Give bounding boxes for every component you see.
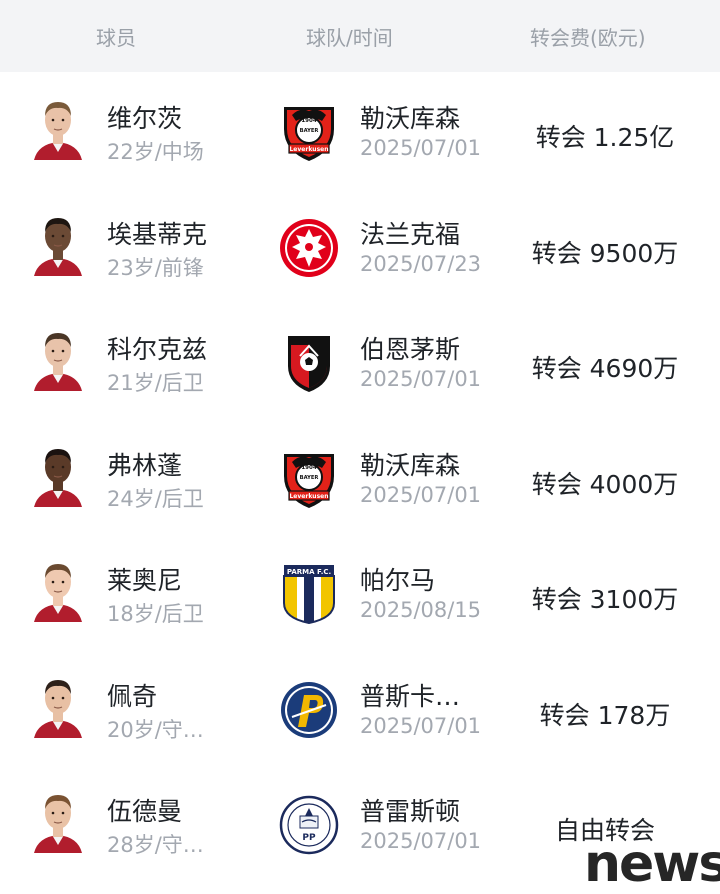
header-team-time: 球队/时间 — [306, 26, 393, 50]
team-name: 伯恩茅斯 — [360, 335, 461, 364]
team-name: 勒沃库森 — [360, 104, 461, 133]
parma-logo: PARMA F.C. — [278, 563, 340, 625]
preston-logo: PP — [278, 794, 340, 856]
player-avatar — [30, 554, 86, 622]
svg-text:PARMA F.C.: PARMA F.C. — [287, 568, 331, 576]
transfer-fee: 转会 4690万 — [531, 354, 679, 383]
player-name: 弗林蓬 — [107, 450, 183, 480]
table-header: 球员 球队/时间 转会费(欧元) — [0, 0, 720, 72]
svg-text:1904: 1904 — [301, 465, 316, 471]
transfer-row[interactable]: 莱奥尼 18岁/后卫 PARMA F.C. 帕尔马 2025/08/15 转会 … — [0, 534, 720, 649]
team-name: 帕尔马 — [360, 566, 436, 595]
transfer-date: 2025/07/01 — [360, 482, 482, 507]
team-name: 勒沃库森 — [360, 450, 461, 480]
leverkusen-logo: 1904 BAYER Leverkusen — [278, 101, 340, 163]
team-name: 普雷斯顿 — [360, 797, 461, 826]
svg-text:1904: 1904 — [301, 118, 316, 124]
player-name: 佩奇 — [107, 681, 158, 711]
player-avatar — [30, 669, 86, 738]
transfer-date: 2025/07/01 — [360, 136, 482, 160]
transfer-date: 2025/07/01 — [360, 713, 482, 738]
player-age-position: 23岁/前锋 — [107, 255, 204, 280]
transfer-fee: 转会 4000万 — [531, 469, 679, 499]
header-player: 球员 — [96, 26, 136, 50]
header-fee: 转会费(欧元) — [530, 26, 646, 50]
transfer-date: 2025/07/01 — [360, 829, 482, 853]
player-avatar — [30, 323, 86, 391]
svg-text:BAYER: BAYER — [300, 128, 319, 134]
transfer-row[interactable]: 弗林蓬 24岁/后卫 1904 BAYER Leverkusen 勒沃库森 20… — [0, 419, 720, 534]
transfer-fee: 转会 3100万 — [531, 585, 679, 614]
player-age-position: 28岁/守… — [107, 833, 204, 857]
player-name: 伍德曼 — [107, 797, 183, 826]
player-name: 科尔克兹 — [107, 335, 208, 364]
player-name: 莱奥尼 — [107, 566, 183, 595]
transfer-fee: 转会 1.25亿 — [535, 123, 675, 152]
svg-text:PP: PP — [302, 833, 316, 843]
player-age-position: 22岁/中场 — [107, 140, 204, 164]
player-avatar — [30, 785, 86, 853]
player-avatar — [30, 438, 86, 507]
leverkusen-logo: 1904 BAYER Leverkusen — [278, 448, 340, 510]
transfer-row[interactable]: 佩奇 20岁/守… 普斯卡… 2025/07/01 转会 178万 — [0, 650, 720, 765]
svg-text:BAYER: BAYER — [300, 475, 319, 481]
team-name: 普斯卡… — [360, 681, 461, 711]
player-name: 埃基蒂克 — [107, 219, 208, 249]
transfer-date: 2025/07/01 — [360, 367, 482, 391]
player-age-position: 20岁/守… — [107, 717, 204, 742]
transfer-fee: 转会 178万 — [539, 700, 671, 730]
player-avatar — [30, 92, 86, 160]
player-age-position: 18岁/后卫 — [107, 602, 204, 626]
puskas-logo — [278, 679, 340, 741]
svg-text:Leverkusen: Leverkusen — [289, 146, 328, 153]
player-age-position: 24岁/后卫 — [107, 486, 204, 511]
transfer-row[interactable]: 科尔克兹 21岁/后卫 伯恩茅斯 2025/07/01 转会 4690万 — [0, 303, 720, 418]
transfer-row[interactable]: 维尔茨 22岁/中场 1904 BAYER Leverkusen 勒沃库森 20… — [0, 72, 720, 187]
bournemouth-logo — [278, 332, 340, 394]
svg-text:Leverkusen: Leverkusen — [289, 493, 328, 500]
news-watermark: news — [584, 834, 720, 894]
team-name: 法兰克福 — [360, 219, 461, 249]
player-age-position: 21岁/后卫 — [107, 371, 204, 395]
player-name: 维尔茨 — [107, 104, 183, 133]
eintracht-frankfurt-logo — [278, 217, 340, 279]
transfer-date: 2025/07/23 — [360, 251, 482, 276]
transfer-date: 2025/08/15 — [360, 598, 482, 622]
player-avatar — [30, 207, 86, 276]
transfer-fee: 转会 9500万 — [531, 238, 679, 268]
transfer-row[interactable]: 埃基蒂克 23岁/前锋 法兰克福 2025/07/23 转会 9500万 — [0, 188, 720, 303]
